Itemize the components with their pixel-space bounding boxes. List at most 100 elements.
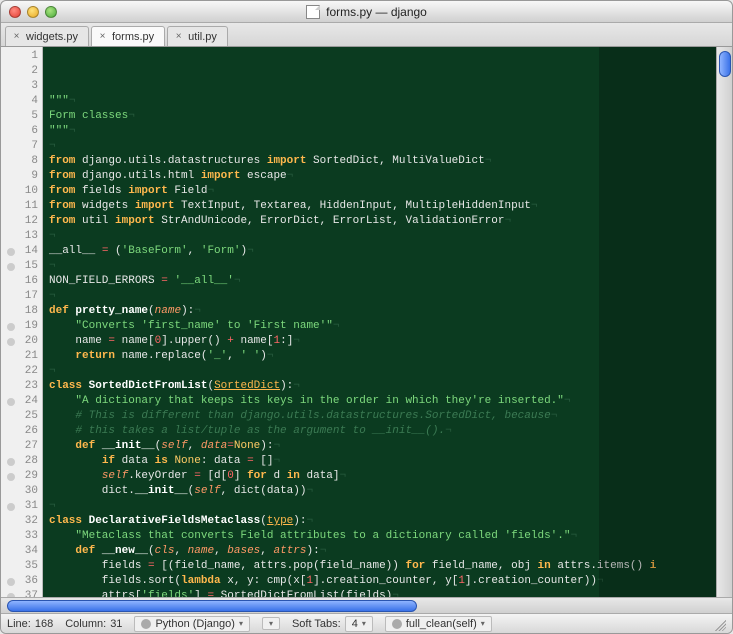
tab-widgets[interactable]: × widgets.py [5, 26, 89, 46]
code-line[interactable]: class SortedDictFromList(SortedDict):¬ [49, 379, 716, 394]
line-number: 6 [5, 124, 38, 139]
code-line[interactable]: def __new__(cls, name, bases, attrs):¬ [49, 544, 716, 559]
horizontal-scrollbar[interactable] [1, 597, 732, 613]
line-number: 17 [5, 289, 38, 304]
code-line[interactable]: """¬ [49, 94, 716, 109]
chevron-down-icon: ▾ [269, 619, 273, 628]
close-icon[interactable]: × [174, 32, 183, 41]
code-line[interactable]: attrs['fields'] = SortedDictFromList(fie… [49, 589, 716, 597]
language-icon [141, 619, 151, 629]
chevron-down-icon: ▾ [481, 619, 485, 628]
close-icon[interactable]: × [12, 32, 21, 41]
line-number: 8 [5, 154, 38, 169]
fold-toggle-icon[interactable] [7, 578, 15, 586]
code-line[interactable]: from django.utils.datastructures import … [49, 154, 716, 169]
code-line[interactable]: ¬ [49, 259, 716, 274]
line-number: 12 [5, 214, 38, 229]
code-line[interactable]: "Converts 'first_name' to 'First name'"¬ [49, 319, 716, 334]
code-line[interactable]: ¬ [49, 289, 716, 304]
fold-toggle-icon[interactable] [7, 398, 15, 406]
line-number: 23 [5, 379, 38, 394]
code-line[interactable]: if data is None: data = []¬ [49, 454, 716, 469]
code-line[interactable]: def __init__(self, data=None):¬ [49, 439, 716, 454]
tab-label: widgets.py [26, 31, 78, 43]
file-icon [306, 5, 320, 19]
zoom-button[interactable] [45, 6, 57, 18]
tab-label: forms.py [112, 31, 154, 43]
fold-toggle-icon[interactable] [7, 338, 15, 346]
window-controls [9, 6, 57, 18]
code-line[interactable]: self.keyOrder = [d[0] for d in data]¬ [49, 469, 716, 484]
fold-toggle-icon[interactable] [7, 458, 15, 466]
horizontal-scroll-thumb[interactable] [7, 600, 417, 612]
code-line[interactable]: from widgets import TextInput, Textarea,… [49, 199, 716, 214]
code-line[interactable]: """¬ [49, 124, 716, 139]
code-line[interactable]: dict.__init__(self, dict(data))¬ [49, 484, 716, 499]
code-line[interactable]: ¬ [49, 229, 716, 244]
close-icon[interactable]: × [98, 32, 107, 41]
line-number: 20 [5, 334, 38, 349]
vertical-scrollbar[interactable] [716, 47, 732, 597]
code-line[interactable]: fields.sort(lambda x, y: cmp(x[1].creati… [49, 574, 716, 589]
code-line[interactable]: return name.replace('_', ' ')¬ [49, 349, 716, 364]
code-line[interactable]: __all__ = ('BaseForm', 'Form')¬ [49, 244, 716, 259]
line-number: 9 [5, 169, 38, 184]
chevron-down-icon: ▾ [362, 619, 366, 628]
line-number: 26 [5, 424, 38, 439]
code-line[interactable]: "Metaclass that converts Field attribute… [49, 529, 716, 544]
close-button[interactable] [9, 6, 21, 18]
language-dropdown[interactable]: Python (Django) ▾ [134, 616, 250, 632]
fold-toggle-icon[interactable] [7, 323, 15, 331]
line-endings-dropdown[interactable]: ▾ [262, 617, 280, 630]
code-line[interactable]: "A dictionary that keeps its keys in the… [49, 394, 716, 409]
code-line[interactable]: Form classes¬ [49, 109, 716, 124]
editor[interactable]: 1234567891011121314151617181920212223242… [1, 47, 732, 597]
line-number: 21 [5, 349, 38, 364]
line-number-gutter: 1234567891011121314151617181920212223242… [1, 47, 43, 597]
line-number: 15 [5, 259, 38, 274]
line-number: 34 [5, 544, 38, 559]
code-area[interactable]: """¬Form classes¬"""¬¬from django.utils.… [43, 47, 716, 597]
code-line[interactable]: from util import StrAndUnicode, ErrorDic… [49, 214, 716, 229]
chevron-down-icon: ▾ [239, 619, 243, 628]
line-number: 22 [5, 364, 38, 379]
tab-size-dropdown[interactable]: 4 ▾ [345, 616, 373, 632]
minimize-button[interactable] [27, 6, 39, 18]
code-line[interactable]: fields = [(field_name, attrs.pop(field_n… [49, 559, 716, 574]
resize-grip[interactable] [712, 617, 726, 631]
line-number: 16 [5, 274, 38, 289]
code-line[interactable]: ¬ [49, 139, 716, 154]
code-line[interactable]: class DeclarativeFieldsMetaclass(type):¬ [49, 514, 716, 529]
tab-util[interactable]: × util.py [167, 26, 228, 46]
soft-tabs-label: Soft Tabs: [292, 618, 341, 630]
fold-toggle-icon[interactable] [7, 503, 15, 511]
fold-toggle-icon[interactable] [7, 263, 15, 271]
tab-forms[interactable]: × forms.py [91, 26, 165, 46]
line-number: 35 [5, 559, 38, 574]
window-title: forms.py — django [326, 5, 427, 19]
code-line[interactable]: # this takes a list/tuple as the argumen… [49, 424, 716, 439]
symbol-icon [392, 619, 402, 629]
code-line[interactable]: ¬ [49, 499, 716, 514]
symbol-dropdown[interactable]: full_clean(self) ▾ [385, 616, 492, 632]
line-number: 25 [5, 409, 38, 424]
tab-label: util.py [188, 31, 217, 43]
code-line[interactable]: from fields import Field¬ [49, 184, 716, 199]
column-value: 31 [110, 618, 122, 630]
symbol-label: full_clean(self) [406, 618, 477, 630]
code-line[interactable]: NON_FIELD_ERRORS = '__all__'¬ [49, 274, 716, 289]
line-number: 5 [5, 109, 38, 124]
code-line[interactable]: from django.utils.html import escape¬ [49, 169, 716, 184]
line-number: 28 [5, 454, 38, 469]
code-line[interactable]: def pretty_name(name):¬ [49, 304, 716, 319]
line-number: 3 [5, 79, 38, 94]
language-label: Python (Django) [155, 618, 235, 630]
tab-bar: × widgets.py × forms.py × util.py [1, 23, 732, 47]
fold-toggle-icon[interactable] [7, 248, 15, 256]
vertical-scroll-thumb[interactable] [719, 51, 731, 77]
tab-size-value: 4 [352, 618, 358, 630]
fold-toggle-icon[interactable] [7, 473, 15, 481]
code-line[interactable]: ¬ [49, 364, 716, 379]
code-line[interactable]: # This is different than django.utils.da… [49, 409, 716, 424]
code-line[interactable]: name = name[0].upper() + name[1:]¬ [49, 334, 716, 349]
